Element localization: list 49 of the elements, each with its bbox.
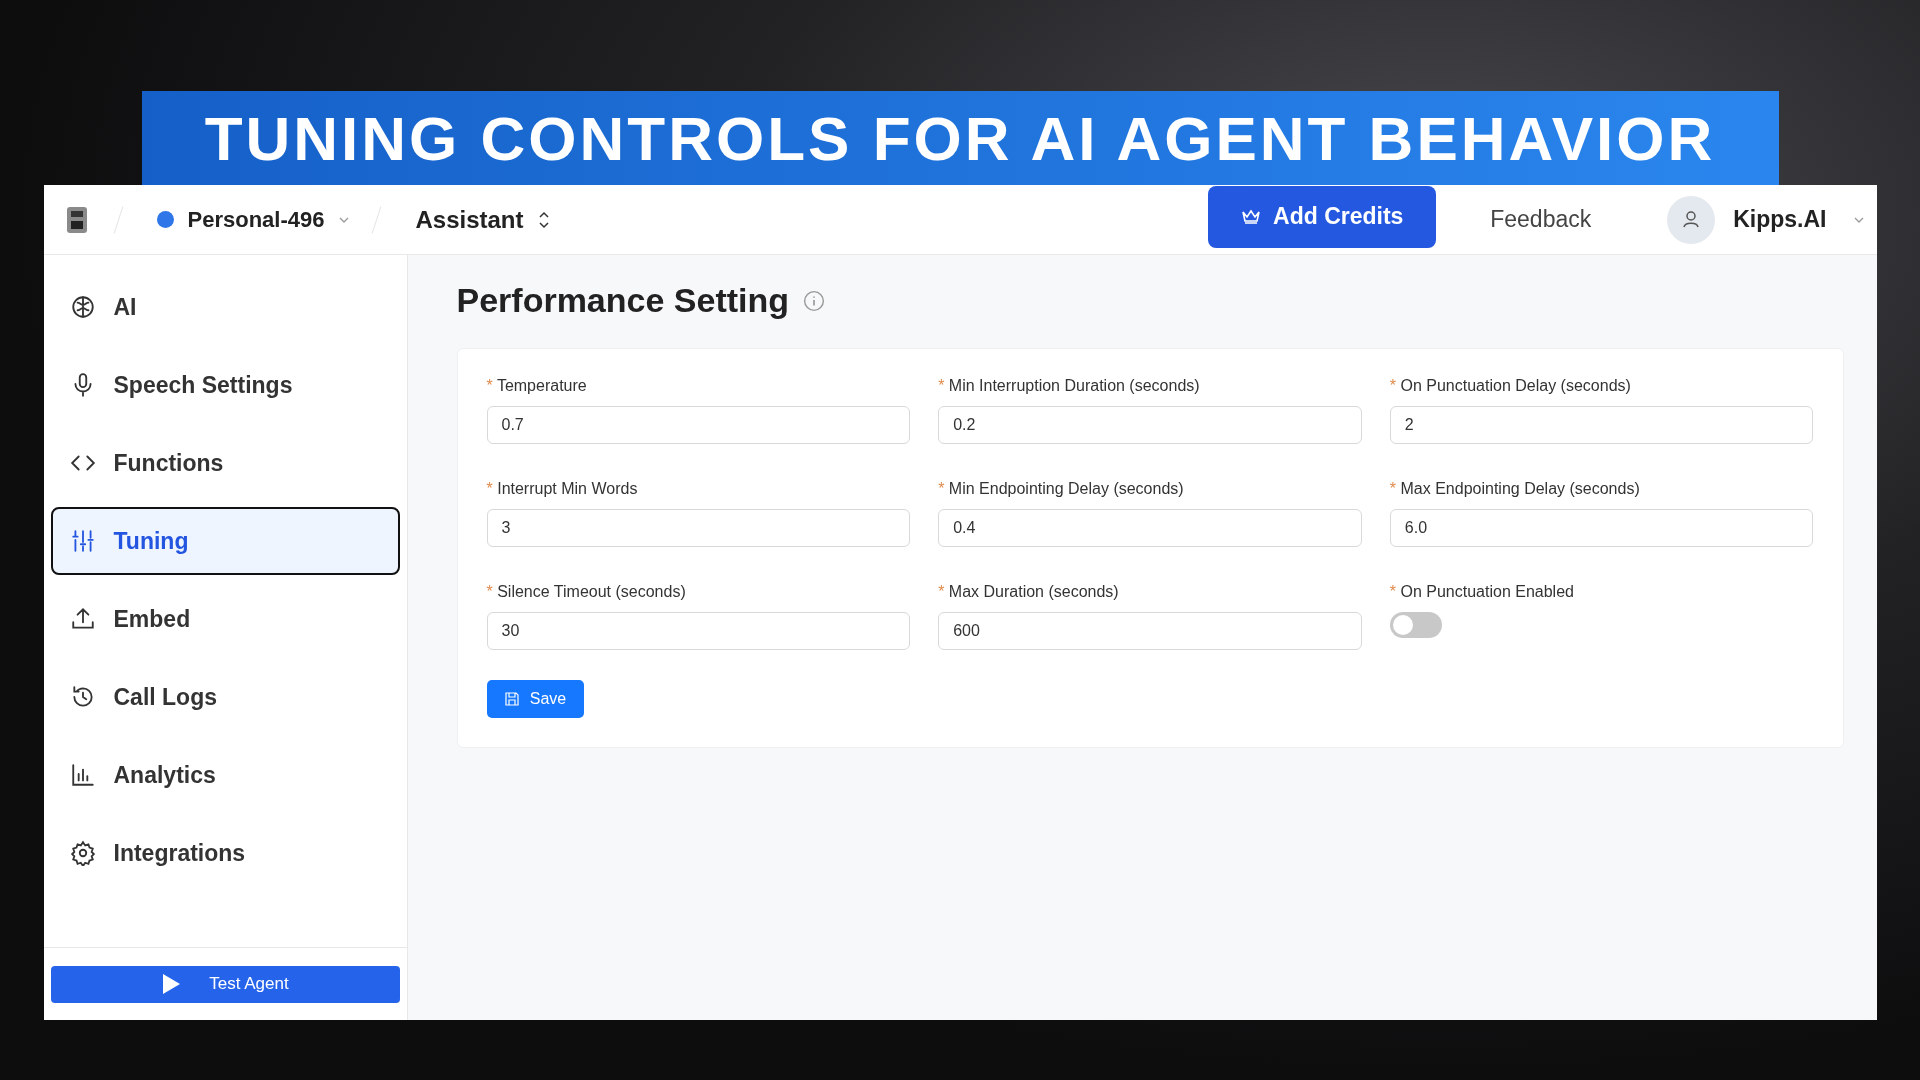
- brain-icon: [69, 294, 96, 320]
- save-button[interactable]: Save: [486, 680, 584, 718]
- avatar-icon[interactable]: [1667, 195, 1716, 244]
- add-credits-button[interactable]: Add Credits: [1208, 185, 1437, 248]
- input-field[interactable]: 30: [486, 612, 911, 650]
- input-field[interactable]: 600: [938, 612, 1362, 650]
- field-label: * Min Interruption Duration (seconds): [938, 377, 1201, 395]
- sidebar-item[interactable]: Tuning: [50, 507, 400, 575]
- page-title: Performance Setting: [456, 281, 790, 320]
- input-field[interactable]: 6.0: [1389, 509, 1814, 547]
- sidebar-item[interactable]: Analytics: [50, 741, 400, 809]
- assistant-dropdown[interactable]: Assistant: [415, 205, 550, 234]
- chevron-down-icon: [1852, 215, 1865, 224]
- toggle-switch[interactable]: [1389, 612, 1442, 638]
- input-field[interactable]: 2: [1389, 406, 1814, 444]
- field-label: * Max Endpointing Delay (seconds): [1389, 480, 1641, 498]
- input-field[interactable]: 3: [486, 509, 911, 547]
- sidebar-item[interactable]: Integrations: [50, 819, 400, 887]
- up-down-chevron-icon: [537, 210, 550, 229]
- user-menu[interactable]: Kipps.AI: [1733, 206, 1865, 233]
- feedback-button[interactable]: Feedback: [1484, 205, 1598, 234]
- chevron-down-icon: [338, 215, 351, 224]
- sidebar-item[interactable]: Embed: [50, 585, 400, 653]
- save-icon: [503, 691, 520, 707]
- field-label: * On Punctuation Enabled: [1389, 583, 1575, 601]
- info-icon[interactable]: [803, 289, 826, 312]
- crown-icon: [1241, 207, 1262, 226]
- field-label: * Max Duration (seconds): [938, 583, 1120, 601]
- field-label: * Interrupt Min Words: [486, 480, 639, 498]
- sidebar-item[interactable]: Call Logs: [50, 663, 400, 731]
- play-icon: [161, 973, 182, 995]
- input-field[interactable]: 0.7: [486, 406, 911, 444]
- sidebar-item[interactable]: AI: [50, 273, 400, 341]
- sidebar-item[interactable]: Speech Settings: [50, 351, 400, 419]
- sidebar-item[interactable]: Functions: [50, 429, 400, 497]
- field-label: * On Punctuation Delay (seconds): [1389, 377, 1632, 395]
- bar-chart-icon: [69, 762, 96, 788]
- sliders-icon: [69, 528, 96, 554]
- banner-title: TUNING CONTROLS FOR AI AGENT BEHAVIOR: [204, 102, 1716, 174]
- field-label: * Silence Timeout (seconds): [486, 583, 687, 601]
- input-field[interactable]: 0.2: [938, 406, 1362, 444]
- upload-icon: [69, 606, 96, 632]
- settings-icon: [69, 840, 96, 866]
- test-agent-button[interactable]: Test Agent: [50, 965, 400, 1003]
- field-label: * Temperature: [486, 377, 588, 395]
- workspace-dropdown[interactable]: Personal-496: [187, 206, 351, 233]
- input-field[interactable]: 0.4: [938, 509, 1362, 547]
- status-dot: [156, 211, 174, 228]
- field-label: * Min Endpointing Delay (seconds): [938, 480, 1185, 498]
